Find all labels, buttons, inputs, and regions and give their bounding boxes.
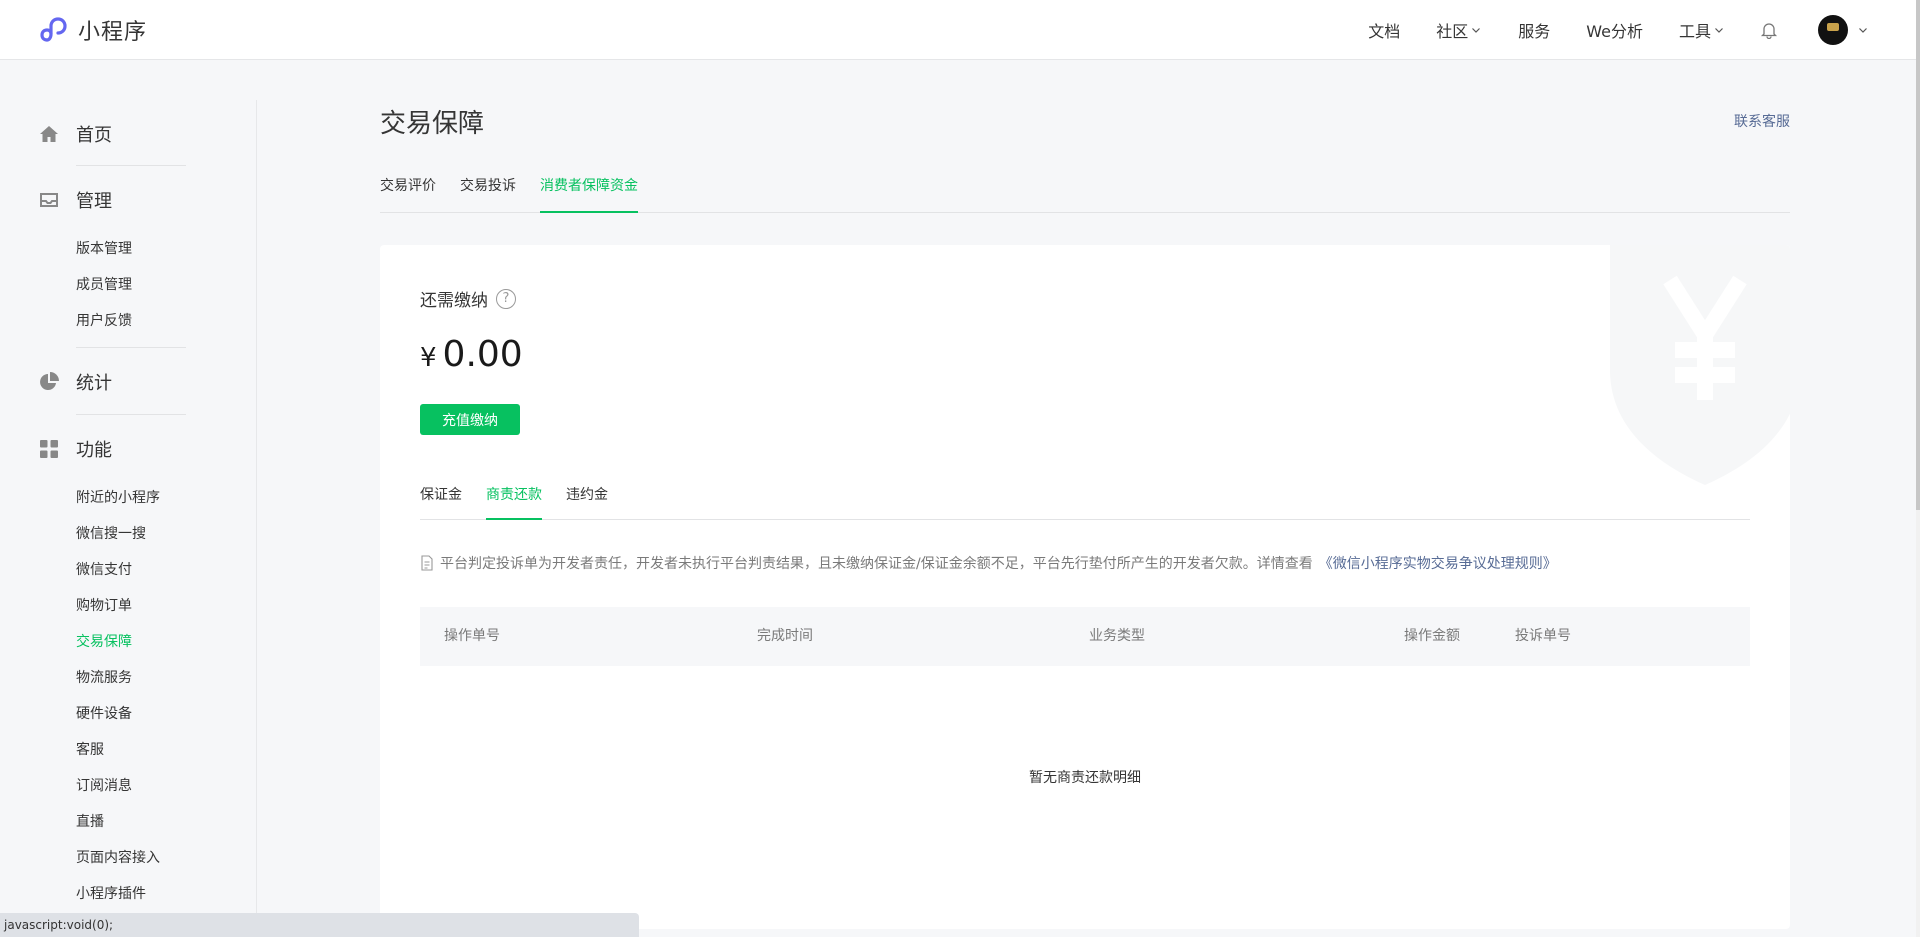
notice-text: 平台判定投诉单为开发者责任，开发者未执行平台判责结果，且未缴纳保证金/保证金余额… bbox=[440, 556, 1313, 572]
inbox-icon bbox=[40, 193, 58, 207]
sidebar-item-page-content[interactable]: 页面内容接入 bbox=[76, 849, 160, 867]
page-title: 交易保障 bbox=[380, 109, 485, 139]
chevron-down-icon bbox=[1715, 28, 1723, 33]
sidebar-item-wechat-search[interactable]: 微信搜一搜 bbox=[76, 525, 146, 543]
sidebar-item-wechat-pay[interactable]: 微信支付 bbox=[76, 561, 132, 579]
bell-icon[interactable] bbox=[1760, 21, 1778, 39]
table-header: 操作单号 完成时间 业务类型 操作金额 投诉单号 bbox=[420, 607, 1750, 666]
tab-consumer-guarantee-fund[interactable]: 消费者保障资金 bbox=[540, 176, 638, 213]
user-avatar bbox=[1818, 15, 1848, 45]
notice-bar: 平台判定投诉单为开发者责任，开发者未执行平台判责结果，且未缴纳保证金/保证金余额… bbox=[420, 553, 1557, 573]
sidebar-item-feedback[interactable]: 用户反馈 bbox=[76, 312, 132, 330]
nav-docs[interactable]: 文档 bbox=[1368, 18, 1400, 42]
main-tabs: 交易评价 交易投诉 消费者保障资金 bbox=[380, 176, 1790, 213]
tab-merchant-repayment[interactable]: 商责还款 bbox=[486, 485, 542, 520]
help-icon[interactable]: ? bbox=[496, 288, 516, 309]
amount-due-text: 还需缴纳 bbox=[420, 291, 488, 311]
col-operation-id: 操作单号 bbox=[444, 628, 500, 644]
sidebar-item-nearby[interactable]: 附近的小程序 bbox=[76, 489, 160, 507]
top-bar: 小程序 文档 社区 服务 We分析 工具 bbox=[0, 0, 1916, 60]
tab-trade-review[interactable]: 交易评价 bbox=[380, 176, 436, 213]
sidebar-item-subscribe-messages[interactable]: 订阅消息 bbox=[76, 777, 132, 795]
mini-program-logo-icon bbox=[38, 14, 70, 46]
yen-shield-icon bbox=[1610, 245, 1790, 485]
sidebar-item-live[interactable]: 直播 bbox=[76, 813, 104, 831]
browser-status-bar: javascript:void(0); bbox=[0, 913, 639, 937]
account-menu[interactable] bbox=[1818, 15, 1868, 45]
col-completion-time: 完成时间 bbox=[757, 628, 813, 644]
grid-icon bbox=[40, 440, 58, 458]
pie-chart-icon bbox=[40, 372, 59, 390]
chevron-down-icon bbox=[1859, 28, 1867, 33]
sidebar-divider bbox=[76, 414, 186, 415]
logo-text: 小程序 bbox=[78, 20, 148, 45]
sidebar-section-label: 管理 bbox=[76, 191, 112, 212]
sidebar-item-version[interactable]: 版本管理 bbox=[76, 240, 132, 258]
sidebar-item-shopping-orders[interactable]: 购物订单 bbox=[76, 597, 132, 615]
sidebar-item-members[interactable]: 成员管理 bbox=[76, 276, 132, 294]
nav-we-analytics[interactable]: We分析 bbox=[1586, 18, 1643, 42]
sidebar-section-label: 功能 bbox=[76, 440, 112, 461]
sidebar-section-stats[interactable]: 统计 bbox=[38, 368, 112, 396]
currency-symbol: ¥ bbox=[420, 343, 437, 373]
dispute-rules-link[interactable]: 《微信小程序实物交易争议处理规则》 bbox=[1319, 553, 1557, 573]
sidebar-item-plugins[interactable]: 小程序插件 bbox=[76, 885, 146, 903]
amount-due-label: 还需缴纳 ? bbox=[420, 286, 516, 311]
sidebar-item-customer-service[interactable]: 客服 bbox=[76, 741, 104, 759]
sidebar-section-label: 统计 bbox=[76, 373, 112, 394]
logo[interactable]: 小程序 bbox=[38, 14, 147, 46]
home-icon bbox=[40, 126, 58, 142]
document-icon bbox=[421, 555, 433, 571]
recharge-pay-button[interactable]: 充值缴纳 bbox=[420, 404, 520, 435]
scrollbar-thumb[interactable] bbox=[1916, 0, 1920, 510]
nav-tools-label: 工具 bbox=[1678, 22, 1711, 41]
tab-deposit[interactable]: 保证金 bbox=[420, 485, 462, 520]
sidebar-section-home[interactable]: 首页 bbox=[38, 120, 112, 148]
nav-services[interactable]: 服务 bbox=[1518, 18, 1550, 42]
sidebar-divider bbox=[76, 165, 186, 166]
col-business-type: 业务类型 bbox=[1089, 628, 1145, 644]
nav-community-label: 社区 bbox=[1436, 22, 1469, 41]
page-scrollbar[interactable] bbox=[1916, 0, 1920, 937]
nav-community[interactable]: 社区 bbox=[1436, 18, 1481, 42]
nav-we-analytics-label: We分析 bbox=[1586, 22, 1643, 41]
sidebar-item-hardware[interactable]: 硬件设备 bbox=[76, 705, 132, 723]
sidebar-section-label: 首页 bbox=[76, 125, 112, 146]
nav-docs-label: 文档 bbox=[1368, 22, 1401, 41]
col-operation-amount: 操作金额 bbox=[1404, 628, 1460, 644]
sidebar-section-features[interactable]: 功能 bbox=[38, 435, 112, 463]
guarantee-fund-card: 还需缴纳 ? ¥ 0.00 充值缴纳 保证金 商责还款 违约金 平台判定投诉单为… bbox=[380, 245, 1790, 929]
nav-tools[interactable]: 工具 bbox=[1679, 18, 1724, 42]
top-nav: 文档 社区 服务 We分析 工具 bbox=[1368, 0, 1916, 60]
empty-state-text: 暂无商责还款明细 bbox=[1029, 770, 1141, 786]
tab-trade-complaint[interactable]: 交易投诉 bbox=[460, 176, 516, 213]
fund-tabs: 保证金 商责还款 违约金 bbox=[420, 485, 1750, 520]
tab-penalty[interactable]: 违约金 bbox=[566, 485, 608, 520]
amount-value: 0.00 bbox=[442, 334, 523, 375]
nav-services-label: 服务 bbox=[1518, 22, 1551, 41]
chevron-down-icon bbox=[1472, 28, 1481, 33]
contact-support-link[interactable]: 联系客服 bbox=[1734, 111, 1790, 131]
sidebar-divider bbox=[76, 347, 186, 348]
sidebar-section-manage[interactable]: 管理 bbox=[38, 186, 112, 214]
sidebar-item-logistics[interactable]: 物流服务 bbox=[76, 669, 132, 687]
col-complaint-id: 投诉单号 bbox=[1515, 628, 1571, 644]
sidebar-item-trade-guarantee[interactable]: 交易保障 bbox=[76, 633, 132, 651]
amount-due-value: ¥ 0.00 bbox=[420, 334, 523, 375]
sidebar: 首页 管理 版本管理 成员管理 用户反馈 统计 功能 附近的小程序 微信搜一搜 … bbox=[0, 100, 257, 937]
